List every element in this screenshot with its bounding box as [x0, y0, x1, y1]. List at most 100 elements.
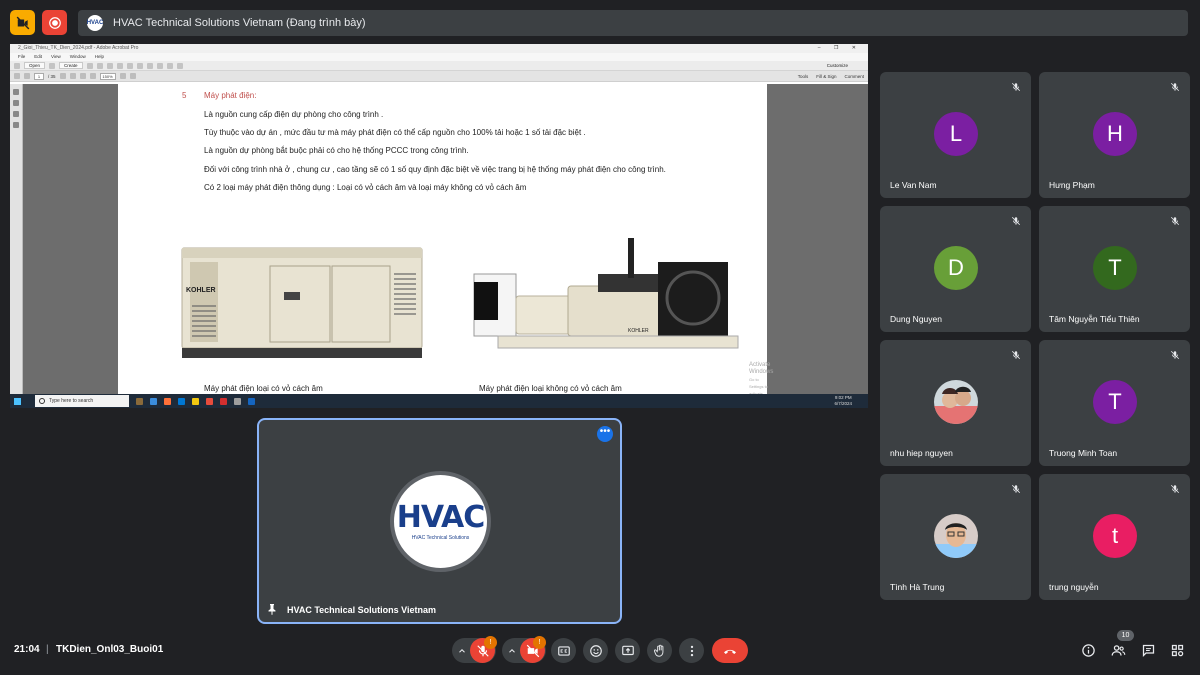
mic-options-chevron[interactable]	[453, 638, 471, 663]
participant-tile[interactable]: L Le Van Nam	[880, 72, 1031, 198]
pin-icon[interactable]	[267, 603, 277, 615]
more-options-button[interactable]	[679, 638, 704, 663]
taskbar-clock[interactable]: 9:02 PM 6/7/2024	[834, 395, 852, 407]
chat-button[interactable]	[1140, 642, 1156, 658]
camera-off-status-icon[interactable]	[10, 10, 35, 35]
zoom-out-icon[interactable]	[79, 73, 86, 79]
emoji-icon	[589, 644, 602, 657]
open-button[interactable]: Open	[24, 62, 46, 69]
create-button[interactable]: Create	[59, 62, 83, 69]
presentation-banner: HVAC HVAC Technical Solutions Vietnam (Đ…	[78, 10, 1188, 36]
camera-warning-badge: !	[533, 636, 546, 649]
edge-icon[interactable]	[150, 397, 157, 405]
app-icon[interactable]	[206, 397, 213, 405]
sign-icon[interactable]	[146, 62, 153, 69]
windows-taskbar: Type here to search 9:02 PM 6/7/2024	[10, 394, 868, 408]
participant-tile[interactable]: nhu hiep nguyen	[880, 340, 1031, 466]
page-thumbnails-icon[interactable]	[13, 89, 19, 95]
participant-tile[interactable]: T Tâm Nguyễn Tiểu Thiên	[1039, 206, 1190, 332]
presenter-tile[interactable]: HVAC HVAC Technical Solutions ••• HVAC T…	[257, 418, 622, 624]
meeting-name: TKDien_Onl03_Buoi01	[56, 644, 164, 655]
acrobat-nav-pane	[10, 84, 23, 394]
mic-off-icon	[1011, 216, 1021, 226]
present-icon	[621, 645, 634, 655]
window-controls: – ❐ ✕	[817, 45, 862, 51]
captions-button[interactable]	[551, 638, 576, 663]
participant-tile[interactable]: Tình Hà Trung	[880, 474, 1031, 600]
signatures-icon[interactable]	[13, 122, 19, 128]
app-icon[interactable]	[234, 397, 241, 405]
create-icon[interactable]	[49, 62, 56, 69]
comment-icon[interactable]	[126, 62, 133, 69]
zoom-in-icon[interactable]	[89, 73, 96, 79]
present-button[interactable]	[615, 638, 640, 663]
share-icon[interactable]	[166, 62, 173, 69]
word-icon[interactable]	[248, 397, 255, 405]
more-options-button[interactable]: •••	[597, 426, 613, 442]
email-icon[interactable]	[106, 62, 113, 69]
paragraph: Tùy thuộc vào dự án , mức đầu tư mà máy …	[204, 128, 586, 137]
zoom-select[interactable]: 150%	[99, 72, 116, 80]
app-icon[interactable]	[178, 397, 185, 405]
paragraph: Đối với công trình nhà ở , chung cư , ca…	[204, 165, 666, 174]
watermark-line: Activate Windows	[749, 362, 774, 375]
participant-tile[interactable]: D Dung Nguyen	[880, 206, 1031, 332]
read-mode-icon[interactable]	[129, 73, 136, 79]
participant-tile[interactable]: T Truong Minh Toan	[1039, 340, 1190, 466]
meeting-info-button[interactable]	[1080, 642, 1096, 658]
highlight-icon[interactable]	[136, 62, 143, 69]
menu-window[interactable]: Window	[70, 53, 86, 61]
customize-dropdown[interactable]: Customize	[827, 63, 848, 68]
folder-icon[interactable]	[14, 62, 20, 69]
meeting-time: 21:04	[14, 644, 40, 655]
menu-file[interactable]: File	[18, 53, 25, 61]
leave-call-button[interactable]	[712, 638, 748, 663]
avatar-photo	[934, 380, 978, 424]
generator-brand-label: KOHLER	[628, 328, 649, 334]
firefox-icon[interactable]	[164, 397, 171, 405]
participant-tile[interactable]: t trung nguyễn	[1039, 474, 1190, 600]
windows-start-icon[interactable]	[14, 397, 21, 405]
avatar-photo	[934, 514, 978, 558]
chrome-icon[interactable]	[192, 397, 199, 405]
menu-view[interactable]: View	[51, 53, 61, 61]
mic-off-icon	[1011, 350, 1021, 360]
attach-icon[interactable]	[176, 62, 183, 69]
record-icon[interactable]	[42, 10, 67, 35]
page-number-input[interactable]: 1	[34, 72, 44, 80]
shared-screen: 2_Gioi_Thieu_TK_Dien_2024.pdf - Adobe Ac…	[10, 44, 868, 408]
app-icon[interactable]	[136, 397, 143, 405]
select-tool-icon[interactable]	[69, 73, 76, 79]
emoji-button[interactable]	[583, 638, 608, 663]
participant-tile[interactable]: H Hưng Phạm	[1039, 72, 1190, 198]
tools-tab[interactable]: Tools	[798, 74, 809, 79]
comment-tab[interactable]: Comment	[844, 74, 864, 79]
fit-page-icon[interactable]	[119, 73, 126, 79]
prev-page-icon[interactable]	[14, 73, 20, 79]
save-icon[interactable]	[86, 62, 93, 69]
logo-sub-text: HVAC Technical Solutions	[411, 534, 470, 541]
acrobat-icon[interactable]	[220, 397, 227, 405]
activities-button[interactable]	[1169, 642, 1185, 658]
attachments-icon[interactable]	[13, 111, 19, 117]
print-icon[interactable]	[96, 62, 103, 69]
taskbar-search[interactable]: Type here to search	[35, 395, 129, 407]
fill-sign-tab[interactable]: Fill & Sign	[816, 74, 836, 79]
bookmarks-icon[interactable]	[13, 100, 19, 106]
acrobat-menu-bar: File Edit View Window Help	[10, 53, 868, 61]
acrobat-title-bar: 2_Gioi_Thieu_TK_Dien_2024.pdf - Adobe Ac…	[10, 44, 868, 53]
settings-icon[interactable]	[116, 62, 123, 69]
mic-off-icon	[1011, 484, 1021, 494]
generator-brand-label: KOHLER	[186, 287, 216, 294]
people-button[interactable]	[1110, 642, 1126, 658]
raise-hand-button[interactable]	[647, 638, 672, 663]
section-number: 5	[182, 91, 187, 100]
camera-options-chevron[interactable]	[503, 638, 521, 663]
hand-tool-icon[interactable]	[59, 73, 66, 79]
image-caption: Máy phát điện loại không có vỏ cách âm	[479, 384, 622, 393]
pdf-page: 5 Máy phát điện: Là nguồn cung cấp điện …	[118, 84, 773, 403]
menu-help[interactable]: Help	[95, 53, 104, 61]
stamp-icon[interactable]	[156, 62, 163, 69]
next-page-icon[interactable]	[24, 73, 30, 79]
menu-edit[interactable]: Edit	[34, 53, 42, 61]
